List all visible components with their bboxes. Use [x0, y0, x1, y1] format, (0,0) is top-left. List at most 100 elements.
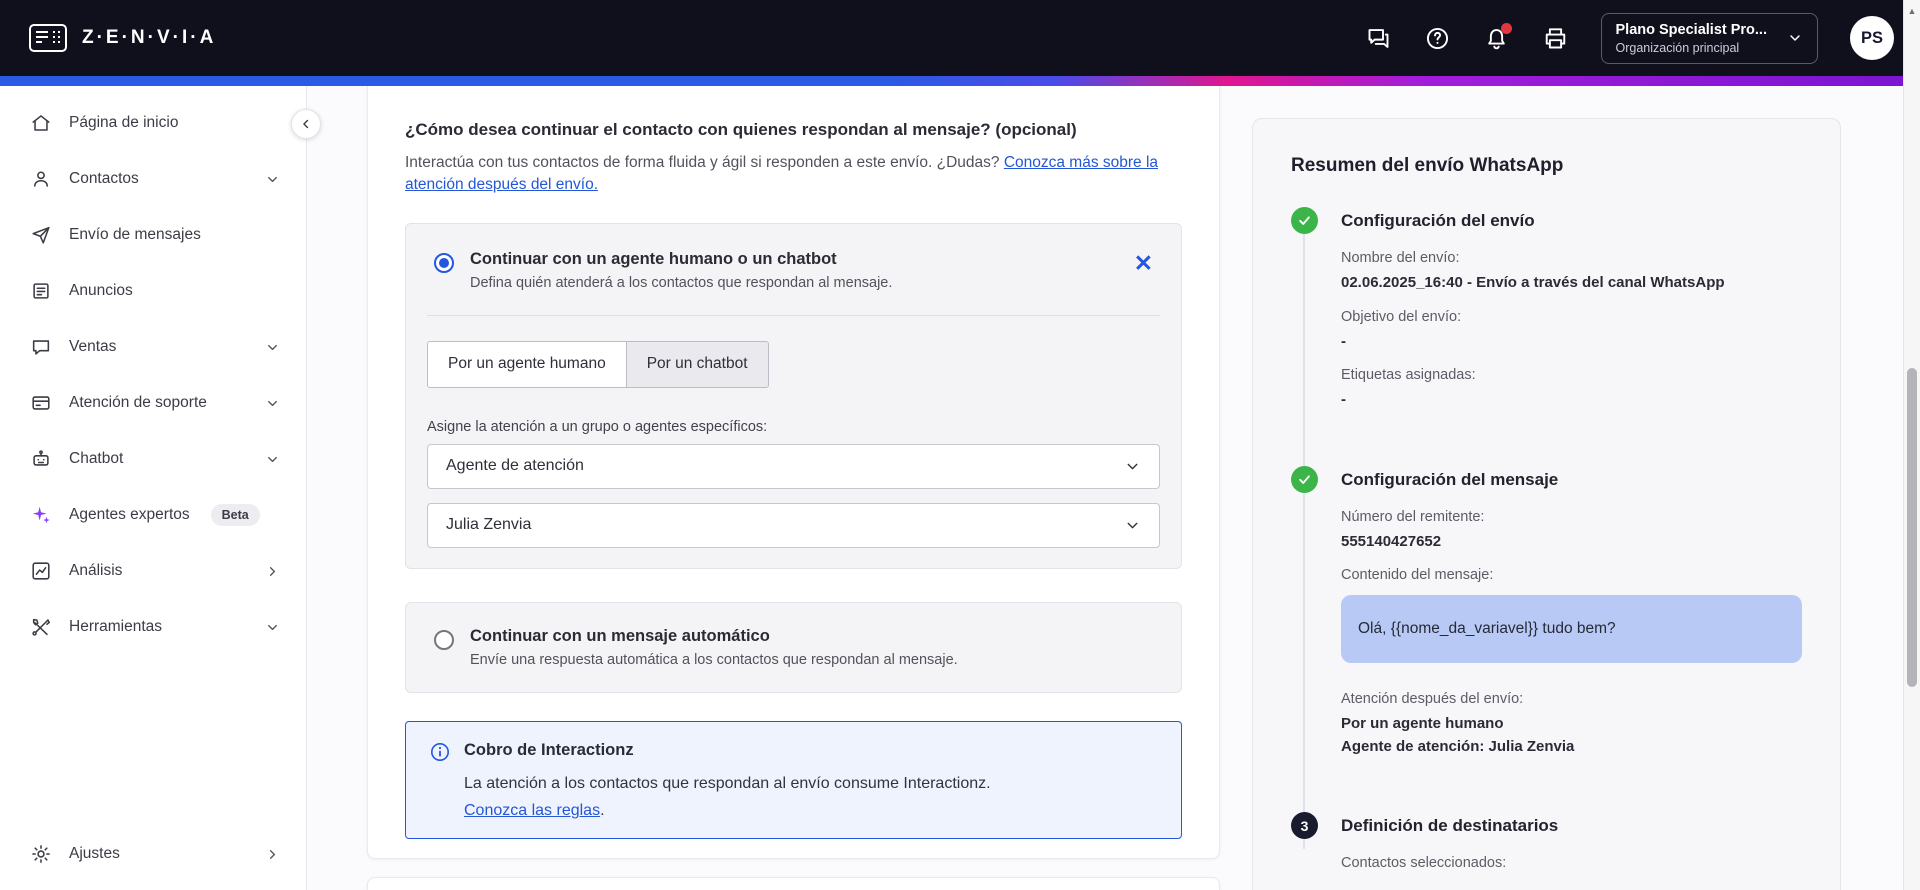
chevron-down-icon [265, 452, 280, 467]
option-auto-texts: Continuar con un mensaje automático Enví… [470, 627, 958, 668]
field-label: Atención después del envío: [1341, 691, 1524, 707]
support-icon [30, 392, 52, 414]
chevron-down-icon [1787, 30, 1803, 46]
field-label: Contenido del mensaje: [1341, 567, 1494, 583]
topbar-actions: Plano Specialist Pro... Organización pri… [1365, 12, 1894, 64]
info-box-text: La atención a los contactos que responda… [464, 774, 991, 792]
assign-label: Asigne la atención a un grupo o agentes … [427, 418, 768, 435]
after-send-config-card: ¿Cómo desea continuar el contacto con qu… [367, 86, 1220, 859]
info-box-link-line: Conozca las reglas. [464, 802, 605, 820]
sidebar-item-label: Herramientas [69, 618, 163, 635]
chevron-down-icon [265, 340, 280, 355]
question-description: Interactúa con tus contactos de forma fl… [405, 154, 1159, 194]
option-agent-panel: Continuar con un agente humano o un chat… [405, 222, 1182, 569]
attention-group-select[interactable]: Agente de atención [427, 443, 1160, 489]
tab-chatbot[interactable]: Por un chatbot [627, 342, 768, 387]
sidebar-item-label: Contactos [69, 170, 139, 187]
message-preview-bubble: Olá, {{nome_da_variavel}} tudo bem? [1341, 595, 1802, 663]
sidebar-item-label: Atención de soporte [69, 394, 207, 411]
plan-texts: Plano Specialist Pro... Organización pri… [1616, 22, 1768, 55]
sidebar-item-label: Envío de mensajes [69, 226, 201, 243]
sidebar-item-label: Ajustes [69, 845, 120, 862]
notification-badge-dot [1500, 22, 1512, 34]
sparkles-icon [30, 504, 52, 526]
option-agent-header: Continuar con un agente humano o un chat… [406, 224, 1181, 315]
chevron-down-icon [265, 620, 280, 635]
field-value: - [1341, 332, 1346, 350]
field-label: Nombre del envío: [1341, 250, 1460, 266]
field-value: Por un agente humano [1341, 715, 1504, 732]
summary-steps: Configuración del envío Nombre del envío… [1291, 207, 1802, 871]
attention-group-value: Agente de atención [446, 457, 584, 475]
tools-icon [30, 616, 52, 638]
send-icon [30, 224, 52, 246]
print-icon[interactable] [1542, 25, 1569, 52]
option-auto-radio[interactable] [434, 629, 454, 650]
tab-human-agent[interactable]: Por un agente humano [428, 341, 627, 387]
whatsapp-summary-panel: Resumen del envío WhatsApp Configuración… [1252, 118, 1841, 890]
page-scrollbar[interactable]: ▲ [1903, 0, 1920, 890]
contacts-icon [30, 168, 52, 190]
zenvia-logo[interactable]: Z·E·N·V·I·A [28, 23, 216, 53]
conversations-icon[interactable] [1365, 25, 1392, 52]
chat-icon [30, 336, 52, 358]
sidebar-item-contactos[interactable]: Contactos [0, 151, 306, 207]
close-icon[interactable]: ✕ [1134, 250, 1153, 275]
step-title: Configuración del mensaje [1341, 469, 1559, 489]
field-label: Contactos seleccionados: [1341, 855, 1507, 871]
scrollbar-thumb[interactable] [1907, 368, 1917, 687]
chevron-down-icon [265, 172, 280, 187]
option-auto-desc: Envíe una respuesta automática a los con… [470, 651, 958, 668]
field-label: Número del remitente: [1341, 508, 1485, 525]
zenvia-logo-icon [28, 23, 68, 53]
option-agent-radio[interactable] [434, 252, 454, 273]
field-label: Objetivo del envío: [1341, 308, 1462, 325]
option-agent-desc: Defina quién atenderá a los contactos qu… [470, 274, 893, 291]
chevron-right-icon [265, 564, 280, 579]
sidebar-item-label: Ventas [69, 338, 117, 355]
sidebar-item-label: Agentes expertos [69, 506, 190, 523]
chevron-down-icon [1124, 517, 1141, 534]
main-content: ¿Cómo desea continuar el contacto con qu… [307, 86, 1920, 890]
plan-title: Plano Specialist Pro... [1615, 21, 1768, 38]
check-circle-icon [1291, 207, 1318, 234]
plan-selector[interactable]: Plano Specialist Pro... Organización pri… [1600, 12, 1818, 64]
field-value: 02.06.2025_16:40 - Envío a través del ca… [1341, 274, 1725, 291]
step-title: Definición de destinatarios [1341, 816, 1559, 835]
gear-icon [30, 843, 52, 865]
sidebar-item-envio-de-mensajes[interactable]: Envío de mensajes [0, 207, 306, 263]
chatbot-icon [30, 448, 52, 470]
sidebar-item-ventas[interactable]: Ventas [0, 319, 306, 375]
summary-title: Resumen del envío WhatsApp [1291, 155, 1564, 176]
sidebar-item-ajustes[interactable]: Ajustes [0, 826, 306, 882]
sidebar-item-anuncios[interactable]: Anuncios [0, 263, 306, 319]
agent-select[interactable]: Julia Zenvia [427, 502, 1160, 548]
sidebar-item-agentes-expertos[interactable]: Agentes expertos Beta [0, 487, 306, 543]
rules-link[interactable]: Conozca las reglas [464, 802, 600, 819]
help-icon[interactable] [1424, 25, 1451, 52]
option-agent-texts: Continuar con un agente humano o un chat… [470, 250, 892, 291]
sidebar-item-home[interactable]: Página de inicio [0, 95, 306, 151]
chevron-right-icon [265, 847, 280, 862]
option-auto-title: Continuar con un mensaje automático [470, 626, 770, 645]
step-number-circle: 3 [1291, 812, 1318, 839]
sidebar-item-label: Página de inicio [69, 114, 179, 131]
analytics-icon [30, 560, 52, 582]
option-agent-body: Por un agente humano Por un chatbot Asig… [406, 316, 1181, 568]
zenvia-logo-text: Z·E·N·V·I·A [82, 27, 217, 48]
announcements-icon [30, 280, 52, 302]
sidebar-item-analisis[interactable]: Análisis [0, 543, 306, 599]
notifications-bell-icon[interactable] [1483, 22, 1512, 52]
beta-badge: Beta [210, 504, 260, 526]
sidebar-item-herramientas[interactable]: Herramientas [0, 599, 306, 655]
info-box-title: Cobro de Interactionz [464, 740, 634, 759]
sidebar-item-label: Análisis [69, 562, 123, 579]
interactionz-info-box: Cobro de Interactionz La atención a los … [405, 720, 1182, 840]
sidebar-item-chatbot[interactable]: Chatbot [0, 431, 306, 487]
summary-step-mensaje: Configuración del mensaje Número del rem… [1291, 465, 1802, 813]
sidebar-collapse-button[interactable] [291, 109, 321, 139]
agent-value: Julia Zenvia [446, 516, 532, 534]
sidebar-item-atencion-de-soporte[interactable]: Atención de soporte [0, 375, 306, 431]
scrollbar-up-arrow[interactable]: ▲ [1904, 6, 1920, 16]
user-avatar[interactable]: PS [1850, 16, 1894, 60]
